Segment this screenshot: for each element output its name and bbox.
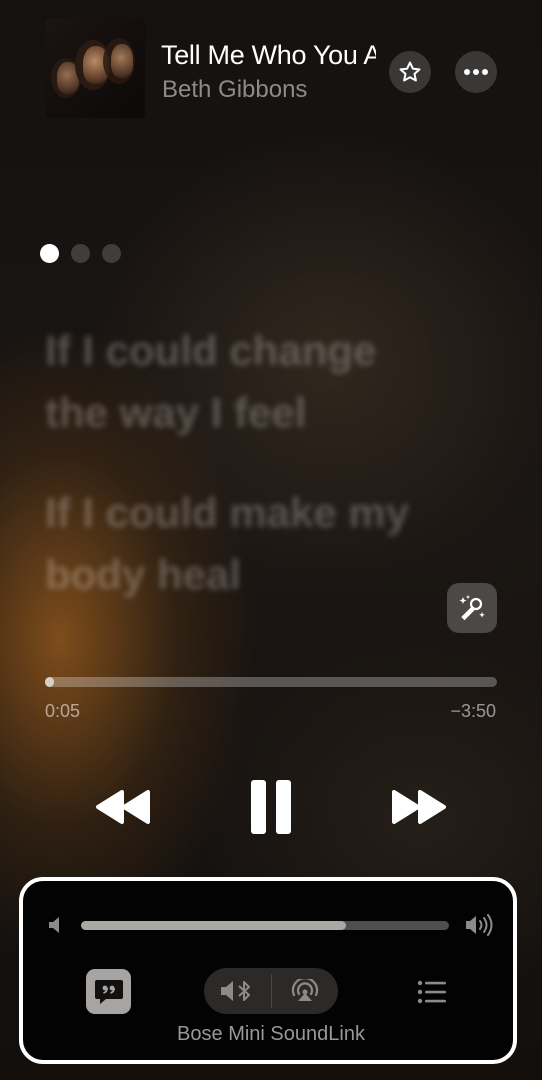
volume-max-button[interactable] (464, 912, 496, 938)
page-dot-active[interactable] (40, 244, 59, 263)
speaker-low-icon (49, 917, 59, 933)
page-indicator[interactable] (40, 244, 121, 263)
speaker-high-icon (466, 914, 493, 936)
more-options-button[interactable] (455, 51, 497, 93)
ellipsis-icon (464, 69, 488, 75)
lyric-line[interactable]: If I could make my (45, 482, 505, 544)
art-figure-face (111, 44, 133, 78)
track-artist[interactable]: Beth Gibbons (162, 76, 307, 104)
airplay-button[interactable] (272, 968, 339, 1014)
playback-progress-fill (45, 677, 55, 687)
album-art[interactable] (45, 18, 145, 118)
lyrics-button[interactable] (86, 969, 131, 1014)
lyric-line[interactable]: body heal (45, 544, 505, 606)
star-icon (399, 61, 421, 82)
volume-min-button[interactable] (44, 914, 66, 936)
favorite-button[interactable] (389, 51, 431, 93)
bluetooth-speaker-button[interactable] (204, 968, 271, 1014)
output-device-name[interactable]: Bose Mini SoundLink (0, 1023, 542, 1046)
audio-output-toggle[interactable] (204, 968, 338, 1014)
pause-icon (251, 780, 291, 834)
rewind-icon (96, 790, 150, 824)
page-dot[interactable] (71, 244, 90, 263)
queue-button[interactable] (415, 977, 449, 1007)
lyrics-quote-icon (94, 979, 123, 1004)
queue-list-icon (417, 980, 446, 1004)
remaining-time: −3:50 (450, 701, 496, 721)
sing-mode-button[interactable] (447, 583, 497, 633)
lyric-line[interactable]: If I could change (45, 320, 505, 382)
elapsed-time: 0:05 (45, 701, 81, 721)
volume-fill (81, 921, 346, 930)
airplay-audio-icon (291, 979, 318, 1001)
fast-forward-icon (392, 790, 446, 824)
lyric-line[interactable]: the way I feel (45, 382, 505, 444)
playback-scrubber[interactable] (45, 677, 497, 687)
track-title[interactable]: Tell Me Who You Are Today (161, 40, 376, 71)
rewind-button[interactable] (90, 786, 156, 828)
speaker-bluetooth-icon (221, 981, 251, 1001)
microphone-sparkle-icon (459, 595, 485, 621)
page-dot[interactable] (102, 244, 121, 263)
fast-forward-button[interactable] (386, 786, 452, 828)
pause-button[interactable] (245, 777, 297, 837)
volume-slider[interactable] (81, 921, 449, 930)
